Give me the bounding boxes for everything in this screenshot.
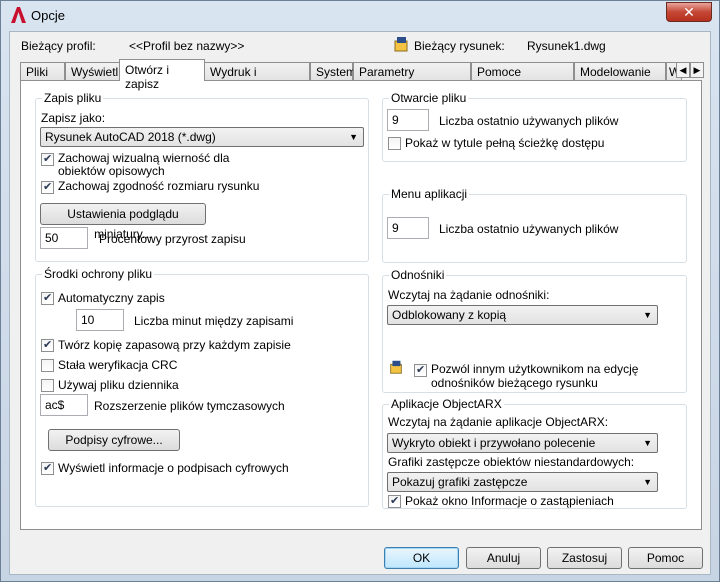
autocad-logo-icon	[11, 7, 26, 23]
autosave-checkbox[interactable]	[41, 291, 54, 305]
xref-demand-select[interactable]: Odblokowany z kopią ▼	[387, 305, 658, 325]
keep-visual-fidelity-label-2: obiektów opisowych	[58, 164, 165, 178]
group-objectarx-title: Aplikacje ObjectARX	[389, 397, 504, 411]
open-recent-files-label: Liczba ostatnio używanych plików	[439, 114, 619, 128]
allow-xref-edit-label-2: odnośników bieżącego rysunku	[431, 376, 598, 390]
digital-signatures-button[interactable]: Podpisy cyfrowe...	[48, 429, 180, 451]
drawing-file-icon	[394, 37, 408, 52]
window-title: Opcje	[31, 8, 65, 23]
tab-strip: Pliki Wyświetl Otwórz i zapisz Wydruk i …	[20, 59, 704, 93]
show-signatures-label: Wyświetl informacje o podpisach cyfrowyc…	[58, 461, 289, 475]
full-path-checkbox[interactable]	[388, 137, 401, 150]
help-button[interactable]: Pomoc	[628, 547, 703, 569]
keep-size-compat-label: Zachowaj zgodność rozmiaru rysunku	[58, 179, 260, 193]
group-file-safety-title: Środki ochrony pliku	[42, 267, 155, 281]
crc-check-checkbox[interactable]	[41, 359, 54, 372]
arx-demand-label: Wczytaj na żądanie aplikacje ObjectARX:	[388, 415, 609, 429]
save-as-select[interactable]: Rysunek AutoCAD 2018 (*.dwg) ▼	[40, 127, 364, 147]
incremental-save-input[interactable]: 50	[40, 227, 88, 249]
tab-modelowanie-3d[interactable]: Modelowanie 3D	[574, 62, 666, 93]
open-recent-files-input[interactable]: 9	[387, 109, 429, 131]
incremental-save-label: Procentowy przyrost zapisu	[99, 232, 246, 246]
group-file-open: Otwarcie pliku 9 Liczba ostatnio używany…	[382, 91, 687, 162]
cancel-button[interactable]: Anuluj	[466, 547, 541, 569]
keep-visual-fidelity-checkbox[interactable]	[41, 152, 54, 166]
current-profile-value: <<Profil bez nazwy>>	[129, 39, 245, 53]
backup-copy-label: Twórz kopię zapasową przy każdym zapisie	[58, 338, 291, 352]
chevron-down-icon: ▼	[643, 438, 652, 448]
autosave-minutes-input[interactable]: 10	[76, 309, 124, 331]
tab-parametry-uzytkownika[interactable]: Parametry użytkownika	[353, 62, 471, 93]
show-signatures-checkbox[interactable]	[41, 461, 54, 475]
ok-button[interactable]: OK	[384, 547, 459, 569]
proxy-graphics-value: Pokazuj grafiki zastępcze	[392, 475, 528, 489]
save-as-label: Zapisz jako:	[41, 111, 106, 125]
current-drawing-label: Bieżący rysunek:	[414, 39, 505, 53]
current-profile-label: Bieżący profil:	[21, 39, 96, 53]
proxy-graphics-select[interactable]: Pokazuj grafiki zastępcze ▼	[387, 472, 658, 492]
crc-check-label: Stała weryfikacja CRC	[58, 358, 178, 372]
menu-recent-files-input[interactable]: 9	[387, 217, 429, 239]
tab-pomoce-rysunkowe[interactable]: Pomoce rysunkowe	[471, 62, 574, 93]
group-file-save-title: Zapis pliku	[42, 91, 104, 105]
group-app-menu-title: Menu aplikacji	[389, 187, 470, 201]
chevron-down-icon: ▼	[643, 477, 652, 487]
drawing-file-icon	[390, 360, 402, 374]
autosave-label: Automatyczny zapis	[58, 291, 165, 305]
dialog-body: Bieżący profil: <<Profil bez nazwy>> Bie…	[9, 31, 711, 575]
apply-button[interactable]: Zastosuj	[547, 547, 622, 569]
temp-ext-input[interactable]: ac$	[40, 394, 88, 416]
tab-pliki[interactable]: Pliki	[20, 62, 65, 80]
group-objectarx: Aplikacje ObjectARX Wczytaj na żądanie a…	[382, 397, 687, 509]
close-button[interactable]: ✕	[666, 2, 712, 22]
group-xrefs: Odnośniki Wczytaj na żądanie odnośniki: …	[382, 268, 687, 393]
menu-recent-files-label: Liczba ostatnio używanych plików	[439, 222, 619, 236]
tab-system[interactable]: System	[310, 62, 356, 80]
backup-copy-checkbox[interactable]	[41, 338, 54, 352]
xref-demand-label: Wczytaj na żądanie odnośniki:	[388, 288, 550, 302]
group-file-safety: Środki ochrony pliku Automatyczny zapis …	[35, 267, 369, 507]
tab-wyswietl[interactable]: Wyświetl	[65, 62, 121, 80]
full-path-label: Pokaż w tytule pełną ścieżkę dostępu	[405, 136, 605, 150]
proxy-graphics-label: Grafiki zastępcze obiektów niestandardow…	[388, 455, 635, 469]
group-file-save: Zapis pliku Zapisz jako: Rysunek AutoCAD…	[35, 91, 369, 262]
title-bar[interactable]: Opcje ✕	[1, 1, 719, 31]
tab-wydruk-i-publikacja[interactable]: Wydruk i publikacja	[204, 62, 310, 93]
log-file-label: Używaj pliku dziennika	[58, 378, 179, 392]
proxy-info-checkbox[interactable]	[388, 494, 401, 508]
group-app-menu: Menu aplikacji 9 Liczba ostatnio używany…	[382, 187, 687, 263]
options-dialog: Opcje ✕ Bieżący profil: <<Profil bez naz…	[0, 0, 720, 582]
xref-demand-value: Odblokowany z kopią	[392, 308, 507, 322]
chevron-down-icon: ▼	[643, 310, 652, 320]
arx-demand-select[interactable]: Wykryto obiekt i przywołano polecenie ▼	[387, 433, 658, 453]
keep-size-compat-checkbox[interactable]	[41, 180, 54, 194]
log-file-checkbox[interactable]	[41, 379, 54, 392]
autosave-minutes-label: Liczba minut między zapisami	[134, 314, 294, 328]
tab-scroll-left-icon[interactable]: ◀	[676, 62, 690, 78]
thumbnail-settings-button[interactable]: Ustawienia podglądu miniatury...	[40, 203, 206, 241]
keep-visual-fidelity-label-1: Zachowaj wizualną wierność dla	[58, 151, 230, 165]
tab-otworz-i-zapisz[interactable]: Otwórz i zapisz	[119, 59, 205, 91]
proxy-info-label: Pokaż okno Informacje o zastąpieniach	[405, 494, 614, 508]
tab-panel-open-save: Zapis pliku Zapisz jako: Rysunek AutoCAD…	[20, 80, 702, 530]
temp-ext-label: Rozszerzenie plików tymczasowych	[94, 399, 285, 413]
chevron-down-icon: ▼	[349, 132, 358, 142]
save-as-value: Rysunek AutoCAD 2018 (*.dwg)	[45, 130, 216, 144]
current-drawing-value: Rysunek1.dwg	[527, 39, 606, 53]
arx-demand-value: Wykryto obiekt i przywołano polecenie	[392, 436, 596, 450]
allow-xref-edit-label-1: Pozwól innym użytkownikom na edycję	[431, 362, 639, 376]
group-xrefs-title: Odnośniki	[389, 268, 447, 282]
allow-xref-edit-checkbox[interactable]	[414, 363, 427, 377]
tab-scroll-right-icon[interactable]: ▶	[690, 62, 704, 78]
group-file-open-title: Otwarcie pliku	[389, 91, 469, 105]
